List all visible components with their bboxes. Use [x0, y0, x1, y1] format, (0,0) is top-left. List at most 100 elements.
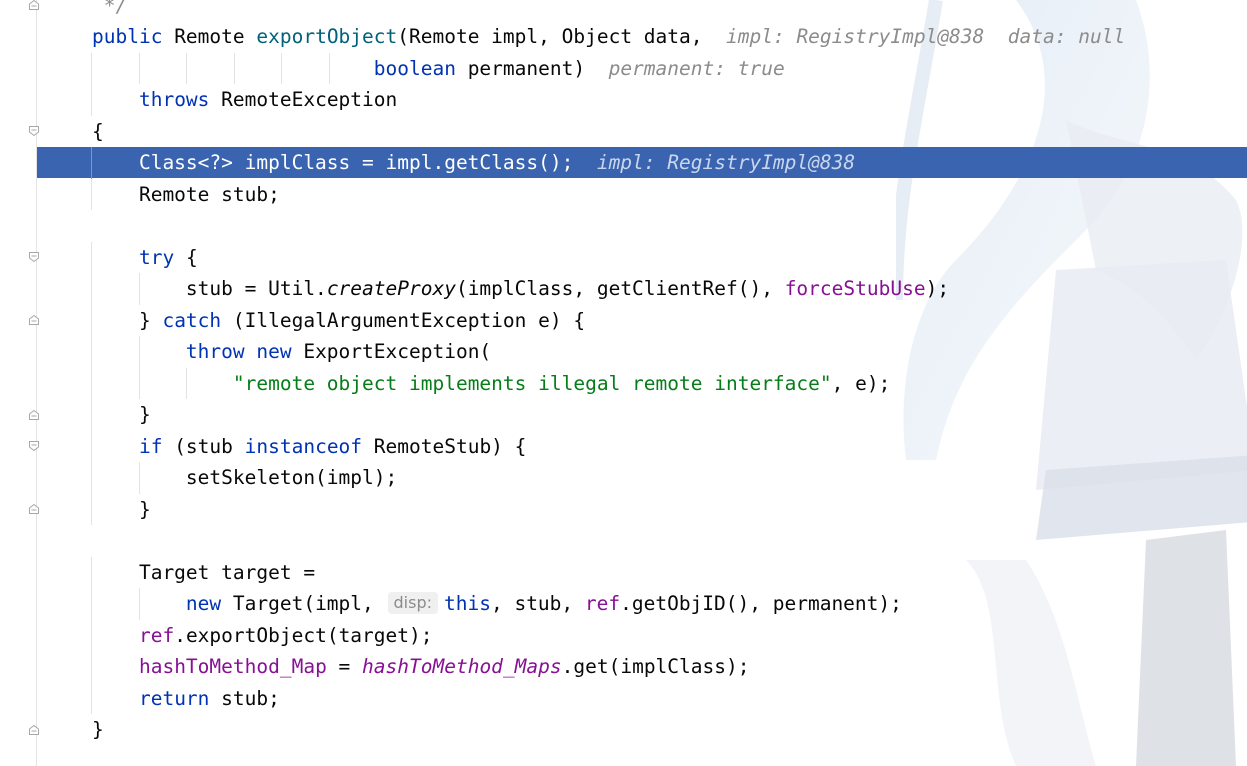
code-text: }: [92, 714, 104, 745]
keyword-token: throw new: [185, 340, 304, 363]
fold-end-icon[interactable]: [28, 314, 40, 326]
code-token: );: [925, 277, 950, 300]
code-text: setSkeleton(impl);: [92, 462, 397, 493]
code-token: Target target =: [92, 560, 316, 584]
code-line[interactable]: [36, 210, 1247, 241]
code-token: {: [174, 245, 198, 269]
code-line[interactable]: } catch (IllegalArgumentException e) {: [36, 304, 1247, 336]
keyword-token: throws: [138, 88, 222, 111]
fold-collapse-icon[interactable]: [28, 125, 40, 137]
code-token: stub = Util.: [92, 277, 327, 300]
keyword-token: this: [444, 592, 491, 615]
code-line[interactable]: new Target(impl, disp: this, stub, ref.ge…: [36, 588, 1247, 620]
code-token: }: [92, 497, 151, 521]
fold-end-icon[interactable]: [28, 503, 40, 515]
static-field-token: hashToMethod_Maps: [362, 655, 562, 678]
code-line[interactable]: throws RemoteException: [36, 84, 1247, 116]
code-token: (Remote impl, Object data,: [397, 25, 726, 48]
code-token: Remote: [174, 25, 257, 48]
code-token: }: [92, 718, 104, 741]
code-token: Target(impl,: [232, 592, 386, 615]
code-line[interactable]: [36, 525, 1247, 556]
code-token: }: [92, 403, 151, 426]
code-token: stub;: [221, 686, 280, 710]
code-line[interactable]: Target target =: [36, 556, 1247, 588]
code-text: new Target(impl, disp: this, stub, ref.ge…: [92, 588, 902, 619]
code-text: "remote object implements illegal remote…: [92, 368, 890, 399]
code-line[interactable]: if (stub instanceof RemoteStub) {: [36, 430, 1247, 462]
code-text: {: [92, 116, 104, 147]
method-token: exportObject: [256, 25, 398, 48]
keyword-token: public: [92, 25, 175, 48]
code-line[interactable]: public Remote exportObject(Remote impl, …: [36, 21, 1247, 52]
code-line[interactable]: }: [36, 399, 1247, 431]
code-text: Target target =: [92, 557, 315, 588]
inline-value-hint: impl: RegistryImpl@838: [596, 151, 856, 174]
code-line[interactable]: {: [36, 116, 1247, 147]
code-token: .exportObject(target);: [174, 623, 433, 647]
code-text: }: [92, 494, 151, 525]
code-text: }: [92, 399, 151, 430]
keyword-token: boolean: [373, 56, 468, 80]
fold-end-icon[interactable]: [28, 409, 40, 421]
code-token: (stub: [162, 434, 245, 458]
code-text: public Remote exportObject(Remote impl, …: [92, 21, 1125, 52]
current-execution-line[interactable]: Class<?> implClass = impl.getClass(); im…: [36, 147, 1247, 179]
keyword-token: instanceof: [244, 434, 374, 458]
code-line[interactable]: try {: [36, 241, 1247, 273]
code-token: , stub,: [490, 592, 585, 615]
code-text: boolean permanent) permanent: true: [92, 53, 785, 84]
code-text: return stub;: [92, 683, 280, 714]
inline-value-hint: permanent: true: [608, 56, 785, 80]
code-token: setSkeleton(impl);: [92, 466, 398, 489]
code-text: } catch (IllegalArgumentException e) {: [92, 305, 585, 336]
code-line[interactable]: "remote object implements illegal remote…: [36, 367, 1247, 399]
code-line[interactable]: stub = Util.createProxy(implClass, getCl…: [36, 273, 1247, 305]
code-token: RemoteStub) {: [373, 434, 527, 458]
field-token: forceStubUse: [784, 277, 926, 300]
code-line[interactable]: setSkeleton(impl);: [36, 462, 1247, 494]
code-line[interactable]: }: [36, 493, 1247, 525]
fold-collapse-icon[interactable]: [28, 440, 40, 452]
code-text: */: [92, 0, 128, 21]
fold-end-icon[interactable]: [28, 724, 40, 736]
code-line[interactable]: ref.exportObject(target);: [36, 619, 1247, 651]
code-line[interactable]: return stub;: [36, 682, 1247, 714]
code-text: hashToMethod_Map = hashToMethod_Maps.get…: [92, 651, 750, 682]
code-text: Remote stub;: [92, 179, 280, 210]
code-text: ref.exportObject(target);: [92, 620, 433, 651]
code-token: {: [92, 119, 104, 143]
code-token: RemoteException: [221, 88, 398, 111]
code-text: throw new ExportException(: [92, 336, 491, 367]
fold-end-icon[interactable]: [28, 0, 40, 11]
code-token: .get(implClass);: [561, 655, 750, 678]
code-line[interactable]: */: [36, 0, 1247, 21]
code-text: try {: [92, 242, 198, 273]
code-editor[interactable]: */ public Remote exportObject(Remote impl…: [36, 0, 1247, 766]
static-method-token: createProxy: [326, 277, 456, 300]
code-token: (IllegalArgumentException e) {: [221, 308, 586, 332]
code-line[interactable]: throw new ExportException(: [36, 336, 1247, 368]
code-line[interactable]: hashToMethod_Map = hashToMethod_Maps.get…: [36, 651, 1247, 683]
code-token: .getObjID(), permanent);: [620, 592, 902, 615]
code-token: , e);: [831, 371, 891, 395]
code-line[interactable]: }: [36, 714, 1247, 745]
code-token: ExportException(: [303, 340, 492, 363]
field-token: ref: [584, 592, 621, 615]
code-line[interactable]: Remote stub;: [36, 178, 1247, 210]
fold-collapse-icon[interactable]: [28, 251, 40, 263]
inline-value-hint: */: [92, 0, 128, 17]
keyword-token: new: [185, 592, 233, 615]
string-token: "remote object implements illegal remote…: [232, 371, 832, 395]
code-text: Class<?> implClass = impl.getClass(); im…: [92, 147, 855, 178]
keyword-token: return: [138, 686, 222, 710]
code-line[interactable]: boolean permanent) permanent: true: [36, 52, 1247, 84]
